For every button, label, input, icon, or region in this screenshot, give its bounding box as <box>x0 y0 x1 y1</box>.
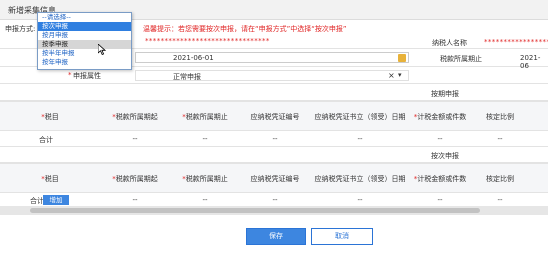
scrollbar-thumb[interactable] <box>30 208 480 213</box>
section1-table-header: *税目 *税款所属期起 *税款所属期止 应纳税凭证编号 应纳税凭证书立（领受）日… <box>0 101 548 131</box>
date-input[interactable]: 2021-06-01 <box>135 52 409 63</box>
dash-cell: -- <box>272 196 278 204</box>
section2-title-row: 按次申报 <box>0 147 548 163</box>
declare-mode-label: 申报方式: <box>5 25 36 33</box>
section2-table-header: *税目 *税款所属期起 *税款所属期止 应纳税凭证编号 应纳税凭证书立（领受）日… <box>0 163 548 193</box>
col-header: 核定比例 <box>486 113 514 121</box>
dash-cell: -- <box>272 135 278 143</box>
save-button[interactable]: 保存 <box>246 228 306 245</box>
col-header: 应纳税凭证编号 <box>250 113 300 121</box>
dropdown-option-hover[interactable]: 按季申报 <box>38 40 131 49</box>
total-label: 合计 <box>30 197 44 205</box>
dash-cell: -- <box>202 135 208 143</box>
section1-title: 按期申报 <box>431 90 459 98</box>
declare-attr-select[interactable]: 正常申报 × ▾ <box>135 70 409 81</box>
taxpayer-label: 纳税人名称 <box>432 39 467 47</box>
col-header: *税款所属期止 <box>182 175 228 183</box>
col-header: *税款所属期起 <box>112 113 158 121</box>
col-header: *税款所属期止 <box>182 113 228 121</box>
add-row-button[interactable]: 增加 <box>43 195 69 205</box>
section1-total-row: 合计 -- -- -- -- -- -- <box>0 131 548 147</box>
dropdown-option[interactable]: --请选择-- <box>38 13 131 22</box>
dash-cell: -- <box>132 135 138 143</box>
col-header: *计税金额或件数 <box>413 113 467 121</box>
masked-field: ******************************** <box>145 37 270 45</box>
period-end-label: 税款所属期止 <box>440 55 482 63</box>
col-header: 应纳税凭证书立（领受）日期 <box>314 175 406 183</box>
declare-attr-value: 正常申报 <box>173 73 201 81</box>
col-header: 应纳税凭证编号 <box>250 175 300 183</box>
section1-title-row: 按期申报 <box>0 84 548 101</box>
col-header: *税款所属期起 <box>112 175 158 183</box>
col-header: *税目 <box>41 113 59 121</box>
col-header: *计税金额或件数 <box>413 175 467 183</box>
dash-cell: -- <box>357 135 363 143</box>
date-value: 2021-06-01 <box>173 54 214 62</box>
chevron-down-icon[interactable]: ▾ <box>398 71 402 79</box>
dash-cell: -- <box>497 196 503 204</box>
calendar-icon[interactable] <box>398 54 406 62</box>
section2-title: 按次申报 <box>431 152 459 160</box>
dash-cell: -- <box>497 135 503 143</box>
cancel-button[interactable]: 取消 <box>311 228 373 245</box>
dropdown-option[interactable]: 按半年申报 <box>38 49 131 58</box>
col-header: *税目 <box>41 175 59 183</box>
declare-attr-label: 申报属性 <box>73 72 101 80</box>
taxpayer-value: ********************** <box>484 38 548 46</box>
required-star: * <box>68 71 72 79</box>
dropdown-option-selected[interactable]: 按次申报 <box>38 22 131 31</box>
dash-cell: -- <box>132 196 138 204</box>
dash-cell: -- <box>437 196 443 204</box>
dash-cell: -- <box>357 196 363 204</box>
dropdown-option[interactable]: 按月申报 <box>38 31 131 40</box>
mouse-cursor-icon <box>98 44 106 55</box>
hint-text: 温馨提示：若您需要按次申报，请在“申报方式”中选择“按次申报” <box>143 25 347 33</box>
col-header: 应纳税凭证书立（领受）日期 <box>314 113 406 121</box>
clear-icon[interactable]: × <box>388 71 395 80</box>
dropdown-option[interactable]: 按年申报 <box>38 58 131 67</box>
dash-cell: -- <box>437 135 443 143</box>
dash-cell: -- <box>202 196 208 204</box>
declare-mode-dropdown[interactable]: --请选择-- 按次申报 按月申报 按季申报 按半年申报 按年申报 <box>37 12 132 70</box>
total-label: 合计 <box>39 136 53 144</box>
col-header: 核定比例 <box>486 175 514 183</box>
section2-total-row: 合计 -- -- -- -- -- -- <box>0 193 548 206</box>
horizontal-scrollbar[interactable] <box>0 206 548 215</box>
